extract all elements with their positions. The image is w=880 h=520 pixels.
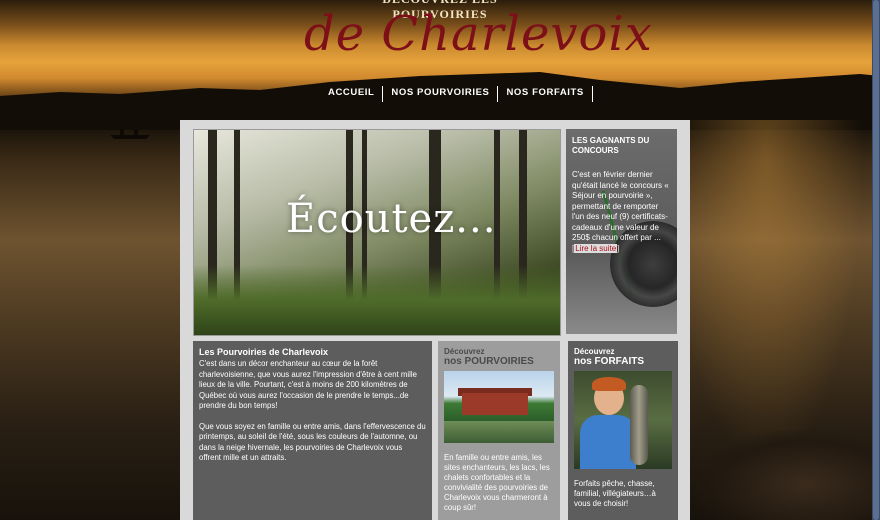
- forfaits-card[interactable]: Découvrez nos FORFAITS Forfaits pêche, c…: [568, 341, 678, 520]
- forfaits-kicker: Découvrez: [574, 347, 615, 356]
- boat-silhouette: [110, 129, 150, 139]
- pourvoiries-title[interactable]: nos POURVOIRIES: [444, 356, 554, 367]
- boy-with-fish-photo[interactable]: [574, 371, 672, 469]
- scrollbar-thumb[interactable]: [873, 0, 879, 520]
- pourvoiries-text: En famille ou entre amis, les sites ench…: [444, 453, 550, 512]
- intro-paragraph-2: Que vous soyez en famille ou entre amis,…: [199, 421, 426, 463]
- contest-box: LES GAGNANTS DU CONCOURS C'est en févrie…: [566, 129, 677, 334]
- contest-text: C'est en février dernier qu'était lancé …: [572, 170, 671, 254]
- forfaits-text: Forfaits pêche, chasse, familial, villég…: [574, 479, 656, 508]
- hero-banner[interactable]: Écoutez...: [193, 129, 561, 336]
- nav-item-pourvoiries[interactable]: NOS POURVOIRIES: [383, 86, 499, 102]
- pourvoiries-card[interactable]: Découvrez nos POURVOIRIES En famille ou …: [438, 341, 560, 520]
- nav-item-accueil[interactable]: ACCUEIL: [320, 86, 384, 102]
- intro-section: Les Pourvoiries de Charlevoix C'est dans…: [193, 341, 432, 520]
- chalet-photo[interactable]: [444, 371, 554, 443]
- vertical-scrollbar[interactable]: [872, 0, 880, 520]
- chalet-building: [462, 393, 528, 415]
- hero-text: Écoutez...: [286, 196, 497, 242]
- site-logo[interactable]: de Charlevoix: [304, 4, 653, 64]
- forfaits-title[interactable]: nos FORFAITS: [574, 356, 672, 367]
- nav-item-forfaits[interactable]: NOS FORFAITS: [498, 86, 593, 102]
- main-nav: ACCUEIL NOS POURVOIRIES NOS FORFAITS: [320, 86, 593, 102]
- link-bracket-close: ]: [617, 243, 620, 253]
- boy-shirt: [580, 415, 636, 469]
- contest-body: C'est en février dernier qu'était lancé …: [572, 170, 669, 242]
- shore-rocks: [695, 430, 880, 520]
- read-more-link[interactable]: Lire la suite: [574, 243, 618, 253]
- boy-hair: [592, 377, 626, 391]
- content-panel: Écoutez... LES GAGNANTS DU CONCOURS C'es…: [180, 120, 690, 520]
- fish: [630, 385, 648, 465]
- pourvoiries-kicker: Découvrez: [444, 347, 485, 356]
- intro-title: Les Pourvoiries de Charlevoix: [199, 347, 329, 357]
- intro-paragraph-1: C'est dans un décor enchanteur au cœur d…: [199, 359, 417, 410]
- forest-floor: [194, 265, 560, 335]
- contest-title: LES GAGNANTS DU CONCOURS: [572, 136, 650, 155]
- lake-water: [444, 421, 554, 443]
